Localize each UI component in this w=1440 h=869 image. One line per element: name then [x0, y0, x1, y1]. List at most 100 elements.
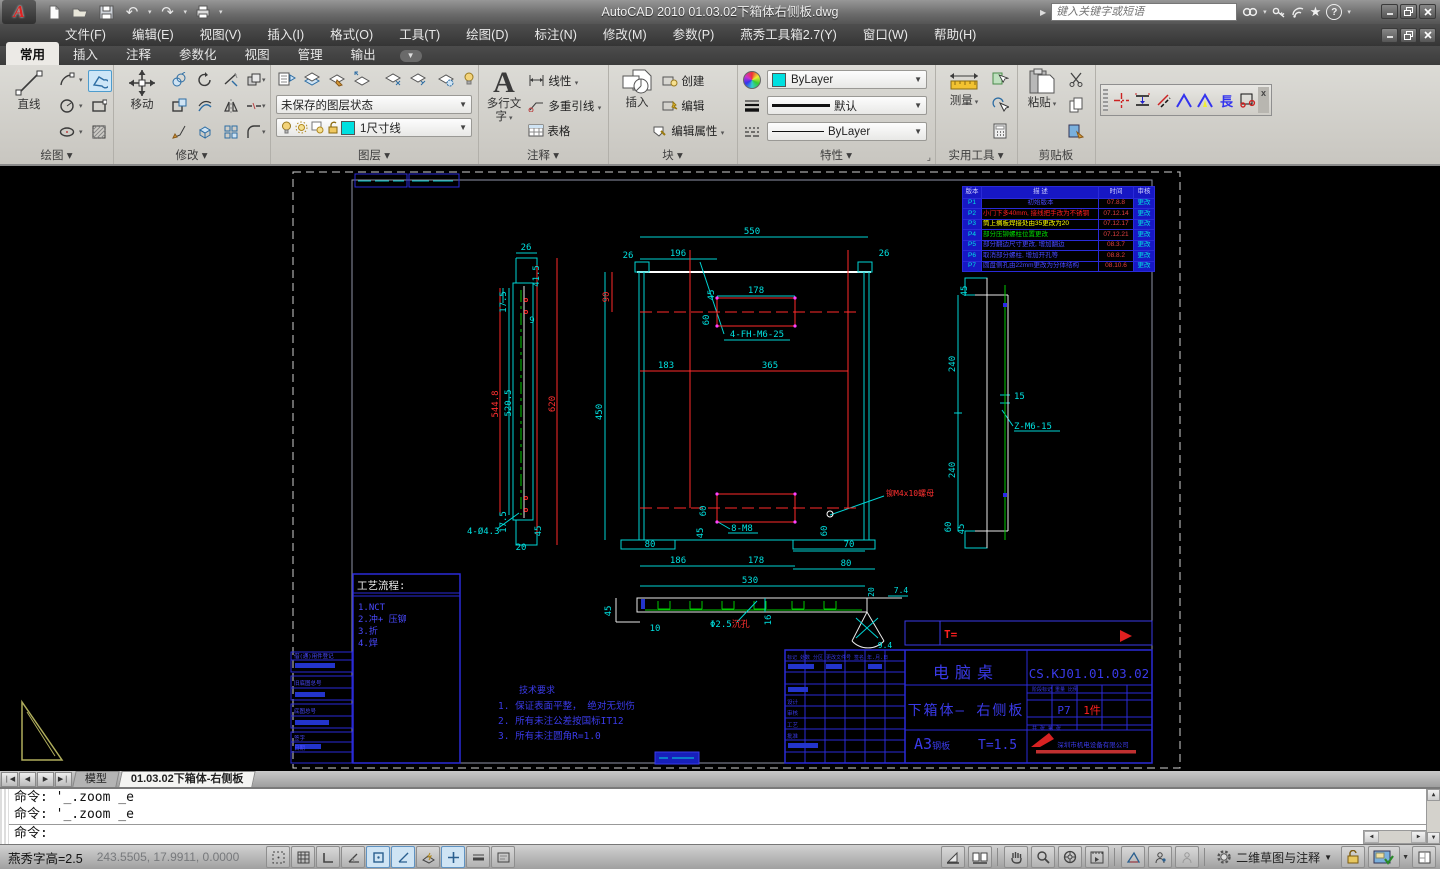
scroll-down-icon[interactable]: ▼ — [1427, 832, 1440, 844]
color-wheel-icon[interactable] — [741, 70, 763, 90]
snap-toggle[interactable] — [266, 846, 290, 868]
multileader-button[interactable]: 多重引线 ▾ — [528, 98, 601, 114]
mirror-button[interactable] — [220, 96, 242, 116]
length-tool-button[interactable]: 長 — [1216, 88, 1237, 112]
menu-help[interactable]: 帮助(H) — [921, 24, 989, 46]
command-window[interactable]: 命令: '_.zoom _e 命令: '_.zoom _e 命令: ▲ ▼ ◀▶ — [0, 787, 1440, 844]
tab-layout-active[interactable]: 01.03.02下箱体-右侧板 — [118, 771, 256, 787]
hole-tool-button[interactable] — [1237, 88, 1258, 112]
properties-launcher-icon[interactable]: ⌟ — [927, 152, 931, 163]
ellipse-dropdown-icon[interactable]: ▾ — [79, 128, 83, 136]
layer-settings-button[interactable] — [435, 69, 457, 89]
app-menu-button[interactable]: A — [2, 0, 36, 24]
layer-state-button[interactable] — [301, 69, 323, 89]
pan-button[interactable] — [1004, 846, 1028, 868]
osnap-toggle[interactable] — [366, 846, 390, 868]
center-mark-button[interactable] — [1111, 88, 1132, 112]
rotate-button[interactable] — [194, 70, 216, 90]
clean-screen-button[interactable] — [1412, 846, 1436, 868]
otrack-toggle[interactable] — [391, 846, 415, 868]
tab-next-button[interactable]: ▶ — [37, 772, 54, 787]
lineweight-dropdown[interactable]: 默认▼ — [767, 96, 927, 115]
command-hscrollbar[interactable]: ◀▶ — [1363, 830, 1427, 844]
arc-button[interactable] — [56, 70, 78, 90]
annotation-visibility-button[interactable] — [1148, 846, 1172, 868]
panel-annotate-label[interactable]: 注释 ▾ — [478, 147, 608, 163]
tab-prev-button[interactable]: ◀ — [19, 772, 36, 787]
infocenter-expand-icon[interactable]: ▶ — [1040, 8, 1046, 17]
doc-minimize-button[interactable] — [1381, 28, 1398, 43]
tab-manage[interactable]: 管理 — [284, 42, 337, 65]
menu-draw[interactable]: 绘图(D) — [453, 24, 521, 46]
polyline-vertex-button[interactable] — [1174, 88, 1195, 112]
tab-output[interactable]: 输出 — [337, 42, 390, 65]
offset-button[interactable] — [194, 96, 216, 116]
command-grip[interactable] — [0, 789, 9, 844]
save-button[interactable] — [96, 3, 116, 21]
ribbon-minimize-icon[interactable]: ▼ — [400, 50, 422, 62]
panel-draw-label[interactable]: 绘图 ▾ — [0, 147, 113, 163]
stretch-button[interactable] — [168, 96, 190, 116]
dim-update-button[interactable] — [1132, 88, 1153, 112]
drawing-area[interactable]: 26 41.5 17.5 9 520.5 17.5 45 20 4-Ø4.3 5… — [0, 166, 1440, 771]
tab-last-button[interactable]: ▶❘ — [55, 772, 72, 787]
menu-tools[interactable]: 工具(T) — [386, 24, 453, 46]
ducs-toggle[interactable] — [416, 846, 440, 868]
tab-parametric[interactable]: 参数化 — [165, 42, 231, 65]
panel-properties-label[interactable]: 特性 ▾ ⌟ — [737, 147, 935, 163]
mtext-button[interactable]: A 多行文字 ▾ — [484, 68, 524, 125]
tab-model[interactable]: 模型 — [72, 771, 119, 787]
quick-select-button[interactable] — [989, 69, 1011, 89]
status-menu-dropdown-icon[interactable]: ▼ — [1402, 854, 1409, 861]
restore-button[interactable] — [1400, 4, 1417, 19]
favorites-star-icon[interactable]: ★ — [1310, 4, 1322, 20]
polyline-button[interactable] — [88, 70, 112, 92]
layer-prev-button[interactable] — [351, 69, 373, 89]
lineweight-toggle[interactable] — [466, 846, 490, 868]
search-icon[interactable] — [1242, 6, 1258, 19]
menu-window[interactable]: 窗口(W) — [850, 24, 921, 46]
tab-first-button[interactable]: ❘◀ — [1, 772, 18, 787]
trim-button[interactable] — [220, 70, 242, 90]
layer-state-dropdown[interactable]: 未保存的图层状态▼ — [276, 95, 472, 114]
doc-close-button[interactable] — [1419, 28, 1436, 43]
scroll-right-icon[interactable]: ▶ — [1411, 831, 1426, 843]
help-icon[interactable]: ? — [1326, 4, 1342, 20]
workspace-switcher[interactable]: 二维草图与注释 ▼ — [1210, 849, 1338, 866]
paste-button[interactable]: 粘贴 ▾ — [1023, 68, 1061, 111]
panel-modify-label[interactable]: 修改 ▾ — [113, 147, 270, 163]
close-button[interactable] — [1419, 4, 1436, 19]
toolbar-grip[interactable] — [1103, 89, 1108, 111]
tab-annotate[interactable]: 注释 — [112, 42, 165, 65]
panel-layers-label[interactable]: 图层 ▾ — [270, 147, 478, 163]
dyn-toggle[interactable] — [441, 846, 465, 868]
circle-button[interactable] — [56, 96, 78, 116]
layer-freeze-button[interactable] — [326, 69, 348, 89]
toolbar-lock-button[interactable] — [1341, 846, 1365, 868]
annotation-scale-button[interactable] — [1121, 846, 1145, 868]
edit-attributes-button[interactable]: 编辑属性 ▾ — [652, 123, 724, 139]
command-scrollbar[interactable]: ▲ ▼ — [1426, 789, 1440, 844]
copy-button[interactable] — [168, 70, 190, 90]
layer-off-button[interactable] — [458, 69, 480, 89]
paste-special-button[interactable] — [1065, 121, 1087, 141]
menu-dimension[interactable]: 标注(N) — [522, 24, 590, 46]
measure-button[interactable]: 测量 ▾ — [943, 68, 985, 109]
redo-button[interactable]: ↷ — [158, 3, 178, 21]
overlap-dropdown-icon[interactable]: ▾ — [262, 76, 266, 84]
autoscale-button[interactable] — [1175, 846, 1199, 868]
menu-yanxiu[interactable]: 燕秀工具箱2.7(Y) — [727, 24, 850, 46]
line-button[interactable]: 直线 — [6, 68, 52, 112]
block-edit-button[interactable]: 编辑 — [662, 98, 704, 114]
arc-dropdown-icon[interactable]: ▾ — [79, 76, 83, 84]
search-input[interactable] — [1051, 3, 1237, 21]
fillet-dropdown-icon[interactable]: ▾ — [262, 128, 266, 136]
linetype-dropdown[interactable]: ByLayer▼ — [767, 122, 927, 141]
quickprops-toggle[interactable] — [491, 846, 515, 868]
break-line-button[interactable] — [1153, 88, 1174, 112]
undo-button[interactable]: ↶ — [122, 3, 142, 21]
explode-button[interactable] — [194, 122, 216, 142]
layer-isolate-button[interactable] — [382, 69, 404, 89]
table-button[interactable]: 表格 — [528, 123, 570, 139]
grid-toggle[interactable] — [291, 846, 315, 868]
